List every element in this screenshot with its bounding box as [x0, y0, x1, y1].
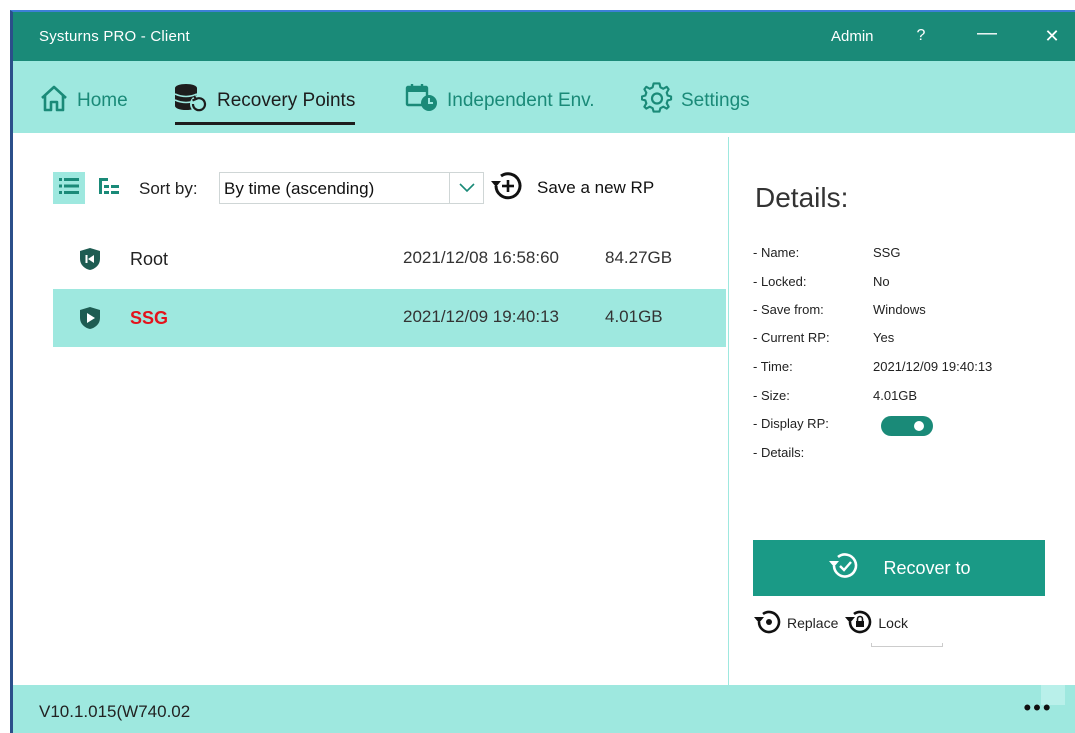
- replace-icon: [753, 609, 783, 638]
- detail-value: SSG: [873, 245, 901, 260]
- more-options-button[interactable]: •••: [1018, 693, 1058, 723]
- help-button[interactable]: ?: [909, 27, 933, 45]
- recover-to-label: Recover to: [883, 557, 971, 578]
- detail-key: - Save from:: [753, 302, 824, 317]
- add-restore-icon: [489, 169, 525, 208]
- detail-value: No: [873, 274, 890, 289]
- tab-home-label: Home: [77, 90, 128, 111]
- list-view-icon: [59, 177, 79, 200]
- details-title: Details:: [755, 182, 849, 213]
- sort-label: Sort by:: [139, 179, 198, 198]
- panel-divider: [728, 137, 729, 687]
- detail-key: - Display RP:: [753, 416, 829, 431]
- detail-value: Yes: [873, 330, 895, 345]
- rp-time: 2021/12/09 19:40:13: [403, 307, 559, 326]
- rp-time: 2021/12/08 16:58:60: [403, 248, 559, 267]
- tab-settings[interactable]: Settings: [640, 82, 750, 120]
- detail-key: - Current RP:: [753, 330, 830, 345]
- close-button[interactable]: ✕: [1040, 26, 1064, 47]
- shield-rewind-icon: [79, 247, 101, 276]
- recover-to-button[interactable]: Recover to: [753, 540, 1045, 596]
- list-item[interactable]: SSG 2021/12/09 19:40:13 4.01GB: [53, 289, 726, 347]
- sort-dropdown[interactable]: By time (ascending): [219, 172, 484, 204]
- detail-value: 4.01GB: [873, 388, 918, 403]
- lock-button[interactable]: Lock: [844, 609, 908, 638]
- calendar-clock-icon: [405, 83, 439, 119]
- detail-value: Windows: [873, 302, 926, 317]
- rp-name: Root: [130, 249, 169, 269]
- tab-home[interactable]: Home: [39, 83, 128, 119]
- app-window: Systurns PRO - Client Admin ? — ✕ Home R…: [10, 10, 1075, 733]
- restore-check-icon: [827, 551, 861, 586]
- title-bar: Systurns PRO - Client Admin ? — ✕: [13, 12, 1075, 61]
- main-tab-bar: Home Recovery Points Independent Env. Se…: [13, 61, 1075, 133]
- detail-key: - Locked:: [753, 274, 807, 289]
- replace-button[interactable]: Replace: [753, 609, 838, 638]
- rp-name: SSG: [130, 308, 169, 328]
- list-item[interactable]: Root 2021/12/08 16:58:60 84.27GB: [53, 230, 726, 288]
- detail-key: - Details:: [753, 445, 805, 460]
- shield-play-icon: [79, 306, 101, 335]
- lock-icon: [844, 609, 874, 638]
- admin-menu[interactable]: Admin: [831, 28, 874, 45]
- tree-view-icon: [99, 177, 119, 200]
- replace-label: Replace: [787, 615, 839, 631]
- rp-size: 84.27GB: [605, 248, 673, 267]
- chevron-down-icon[interactable]: [449, 173, 483, 203]
- detail-key: - Name:: [753, 245, 800, 260]
- database-restore-icon: [173, 82, 209, 120]
- secondary-actions: Replace Lock: [753, 610, 914, 636]
- tab-settings-label: Settings: [681, 90, 750, 111]
- gear-icon: [640, 82, 673, 120]
- rp-size: 4.01GB: [605, 307, 663, 326]
- save-new-rp-button[interactable]: Save a new RP: [489, 169, 654, 207]
- list-toolbar: Sort by: By time (ascending) Save a new …: [53, 169, 733, 207]
- tab-recovery-points[interactable]: Recovery Points: [173, 82, 356, 125]
- lock-underline: [871, 643, 943, 647]
- detail-key: - Size:: [753, 388, 790, 403]
- minimize-button[interactable]: —: [975, 22, 999, 45]
- detail-key: - Time:: [753, 359, 793, 374]
- home-icon: [39, 84, 69, 118]
- tab-recovery-points-label: Recovery Points: [217, 90, 356, 111]
- status-bar: V10.1.015(W740.02 •••: [13, 685, 1075, 733]
- detail-value: 2021/12/09 19:40:13: [873, 359, 993, 374]
- tree-view-button[interactable]: [97, 172, 121, 204]
- save-new-rp-label: Save a new RP: [537, 178, 655, 197]
- lock-label: Lock: [878, 615, 908, 631]
- tab-independent-env[interactable]: Independent Env.: [405, 83, 595, 119]
- display-rp-toggle[interactable]: [881, 416, 933, 436]
- sort-dropdown-value: By time (ascending): [224, 179, 375, 198]
- tab-independent-env-label: Independent Env.: [447, 90, 595, 111]
- version-label: V10.1.015(W740.02: [39, 702, 191, 721]
- app-title: Systurns PRO - Client: [39, 28, 190, 45]
- list-view-button[interactable]: [53, 172, 85, 204]
